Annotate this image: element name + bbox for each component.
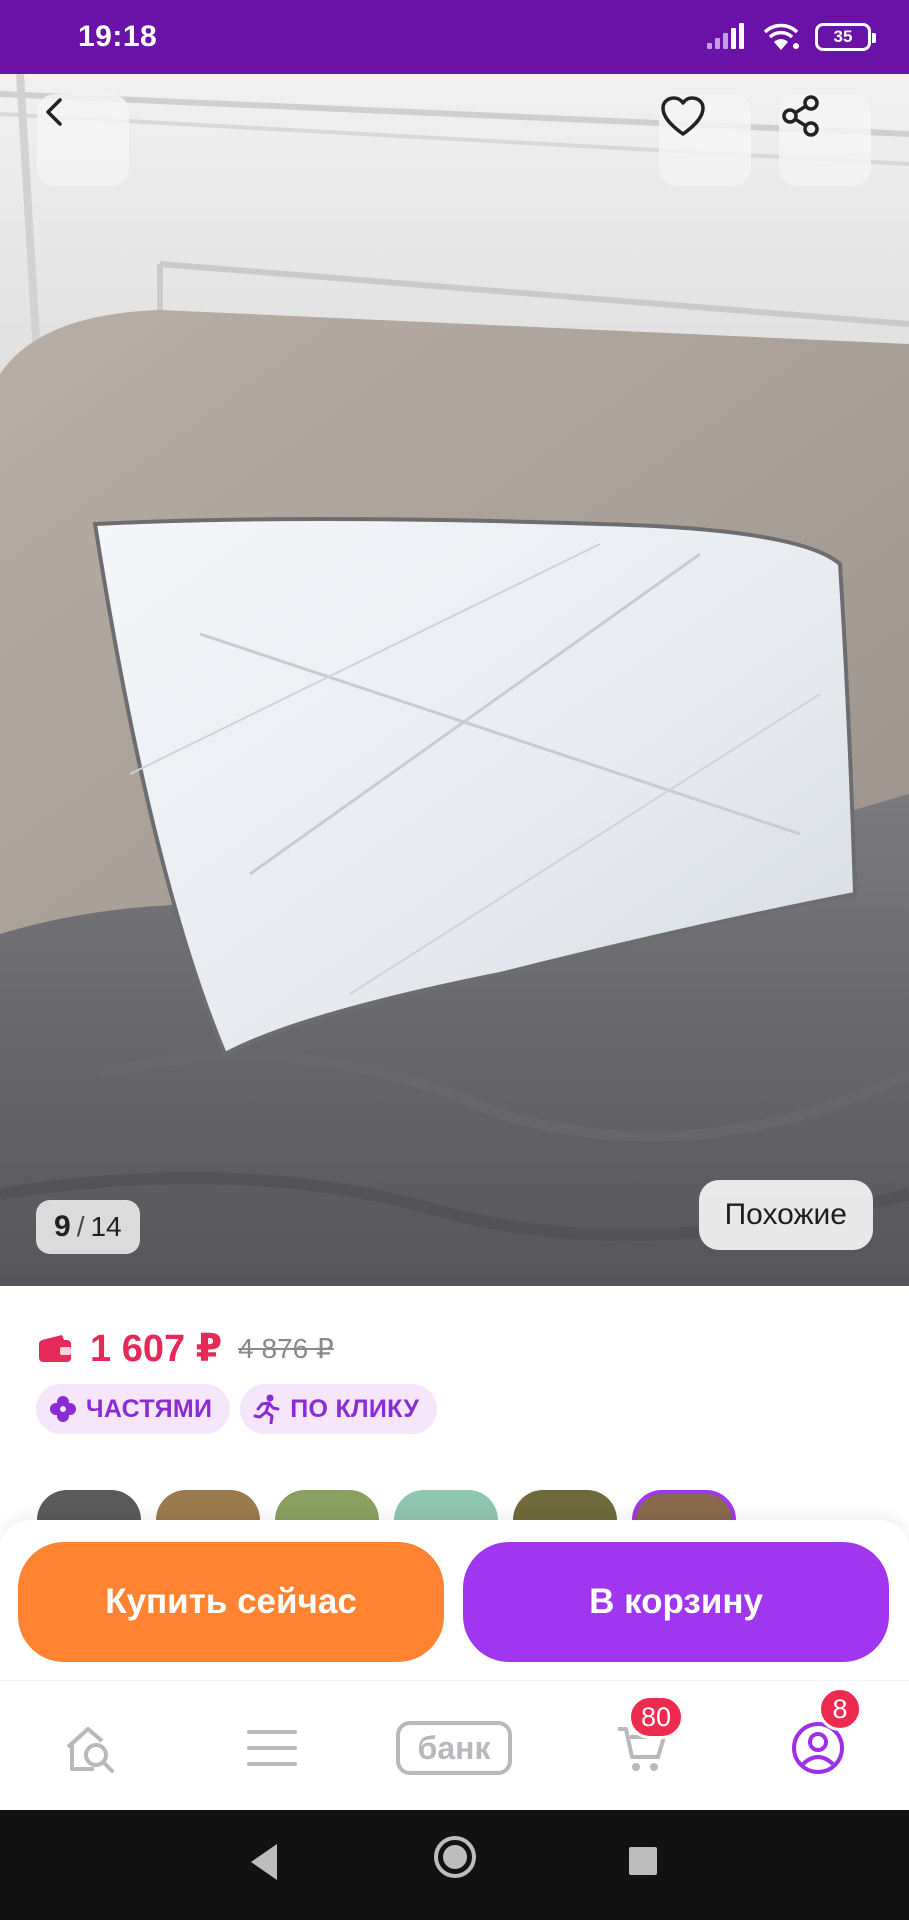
status-bar: 19:18 35 [0, 0, 909, 74]
nav-bank[interactable]: банк [394, 1703, 514, 1793]
signal-icon [707, 23, 744, 49]
image-counter-total: 14 [90, 1211, 122, 1242]
bank-label: банк [417, 1729, 491, 1766]
system-recents-icon[interactable] [628, 1846, 658, 1876]
image-counter-current: 9 [54, 1210, 71, 1243]
one-click-label: ПО КЛИКУ [290, 1394, 420, 1423]
nav-catalog[interactable] [222, 1703, 322, 1793]
nav-profile[interactable]: 8 [768, 1687, 868, 1793]
product-image-gallery[interactable]: 9 / 14 Похожие [0, 74, 909, 1286]
system-navigation-bar [0, 1810, 909, 1920]
system-back-icon[interactable] [245, 1840, 281, 1884]
product-photo [0, 74, 909, 1286]
old-price: 4 876 ₽ [238, 1333, 334, 1364]
battery-icon: 35 [815, 23, 876, 51]
profile-badge: 8 [818, 1687, 862, 1731]
similar-button[interactable]: Похожие [698, 1180, 873, 1250]
status-icons: 35 [707, 22, 876, 52]
wallet-icon [39, 1334, 71, 1362]
bank-logo: банк [396, 1721, 512, 1775]
image-counter-separator: / [76, 1211, 85, 1242]
cart-badge: 80 [628, 1695, 685, 1739]
add-to-cart-button[interactable]: В корзину [463, 1542, 889, 1662]
menu-icon [247, 1730, 297, 1766]
action-bar: Купить сейчас В корзину [0, 1520, 909, 1680]
flower-icon [50, 1396, 76, 1422]
current-price: 1 607 ₽ [90, 1328, 223, 1370]
status-time: 19:18 [78, 20, 158, 53]
back-button[interactable] [37, 94, 129, 186]
installments-tag[interactable]: ЧАСТЯМИ [36, 1384, 231, 1434]
nav-home[interactable] [42, 1703, 142, 1793]
nav-cart[interactable]: 80 [592, 1695, 692, 1793]
battery-level: 35 [833, 27, 853, 46]
home-search-icon [66, 1727, 114, 1773]
favorite-button[interactable] [659, 94, 751, 186]
price-row: 1 607 ₽ 4 876 ₽ [38, 1326, 334, 1371]
bottom-navigation: банк 80 8 [0, 1680, 909, 1810]
image-counter: 9 / 14 [36, 1200, 140, 1254]
one-click-tag[interactable]: ПО КЛИКУ [240, 1384, 438, 1434]
payment-tags: ЧАСТЯМИ ПО КЛИКУ [36, 1384, 438, 1434]
installments-label: ЧАСТЯМИ [86, 1394, 213, 1423]
share-icon [782, 95, 819, 137]
share-button[interactable] [779, 94, 871, 186]
wifi-icon [763, 23, 799, 50]
buy-now-button[interactable]: Купить сейчас [18, 1542, 444, 1662]
price-card: 1 607 ₽ 4 876 ₽ ЧАСТЯМИ ПО КЛИКУ [0, 1286, 909, 1464]
running-person-icon [253, 1394, 280, 1424]
back-arrow-icon [46, 98, 62, 126]
system-home-icon[interactable] [432, 1834, 478, 1880]
heart-icon [661, 96, 705, 136]
